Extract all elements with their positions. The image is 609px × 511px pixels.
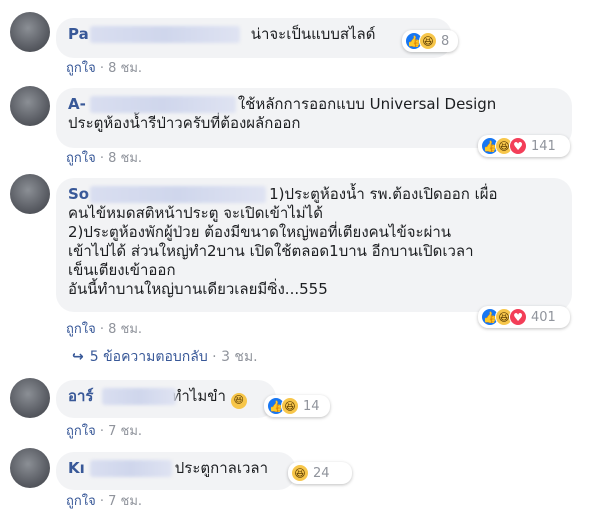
comment-meta: ถูกใจ · 8 ชม. — [66, 151, 143, 166]
like-link[interactable]: ถูกใจ — [66, 494, 96, 509]
reactions-summary[interactable]: 👍 😆 14 — [264, 395, 330, 417]
reaction-count: 24 — [313, 465, 330, 481]
reactions-summary[interactable]: 👍 😆 ♥ 141 — [478, 135, 570, 157]
haha-icon: 😆 — [419, 32, 437, 50]
timestamp[interactable]: 8 ชม. — [108, 151, 142, 166]
comment-text: น่าจะเป็นแบบสไลด์ — [250, 25, 376, 43]
comment-text: 1)ประตูห้องน้ำ รพ.ต้องเปิดออก เผื่อ — [269, 185, 498, 203]
reactions-summary[interactable]: 👍 😆 8 — [402, 30, 458, 52]
comment-bubble: Pa น่าจะเป็นแบบสไลด์ — [56, 18, 452, 58]
replies-count[interactable]: 5 ข้อความตอบกลับ — [90, 349, 208, 365]
comment-text: ประตูกาลเวลา — [174, 459, 269, 477]
avatar[interactable] — [10, 174, 50, 214]
author-name[interactable]: Kı — [68, 459, 172, 478]
like-link[interactable]: ถูกใจ — [66, 424, 96, 439]
author-name[interactable]: Pa — [68, 25, 240, 44]
timestamp[interactable]: 7 ชม. — [108, 494, 142, 509]
timestamp[interactable]: 8 ชม. — [108, 61, 142, 76]
reactions-summary[interactable]: 👍 😆 ♥ 401 — [478, 306, 570, 328]
like-link[interactable]: ถูกใจ — [66, 151, 96, 166]
comment-text: คนไข้หมดสติหน้าประตู จะเปิดเข้าไม่ได้ 2)… — [68, 204, 474, 298]
comment-bubble: Kı ประตูกาลเวลา — [56, 452, 296, 490]
author-name[interactable]: อาร์ — [68, 387, 176, 406]
comment-meta: ถูกใจ · 7 ชม. — [66, 424, 143, 439]
reaction-count: 401 — [531, 309, 556, 325]
reactions-summary[interactable]: 😆 24 — [288, 462, 352, 484]
avatar[interactable] — [10, 448, 50, 488]
avatar[interactable] — [10, 378, 50, 418]
author-name[interactable]: A- — [68, 95, 236, 114]
reply-arrow-icon: ↪ — [72, 349, 84, 365]
comment-meta: ถูกใจ · 8 ชม. — [66, 61, 143, 76]
comment-text: ทำไมขำ — [171, 387, 226, 405]
haha-icon: 😆 — [291, 464, 309, 482]
like-link[interactable]: ถูกใจ — [66, 61, 96, 76]
avatar[interactable] — [10, 86, 50, 126]
reaction-count: 141 — [531, 138, 556, 154]
comment-meta: ถูกใจ · 7 ชม. — [66, 494, 143, 509]
replies-time: 3 ชม. — [221, 349, 258, 365]
reaction-count: 14 — [303, 398, 320, 414]
reaction-count: 8 — [441, 33, 450, 49]
haha-icon: 😆 — [281, 397, 299, 415]
timestamp[interactable]: 7 ชม. — [108, 424, 142, 439]
author-name[interactable]: So — [68, 185, 266, 204]
comment-meta: ถูกใจ · 8 ชม. — [66, 322, 143, 337]
love-icon: ♥ — [509, 308, 527, 326]
like-link[interactable]: ถูกใจ — [66, 322, 96, 337]
timestamp[interactable]: 8 ชม. — [108, 322, 142, 337]
comment-bubble: อาร์ ทำไมขำ 😆 — [56, 380, 276, 418]
view-replies-link[interactable]: ↪ 5 ข้อความตอบกลับ · 3 ชม. — [72, 346, 258, 368]
laughing-emoji-icon: 😆 — [230, 392, 247, 409]
avatar[interactable] — [10, 12, 50, 52]
comment-bubble: So 1)ประตูห้องน้ำ รพ.ต้องเปิดออก เผื่อ คนไ… — [56, 178, 572, 312]
love-icon: ♥ — [509, 137, 527, 155]
